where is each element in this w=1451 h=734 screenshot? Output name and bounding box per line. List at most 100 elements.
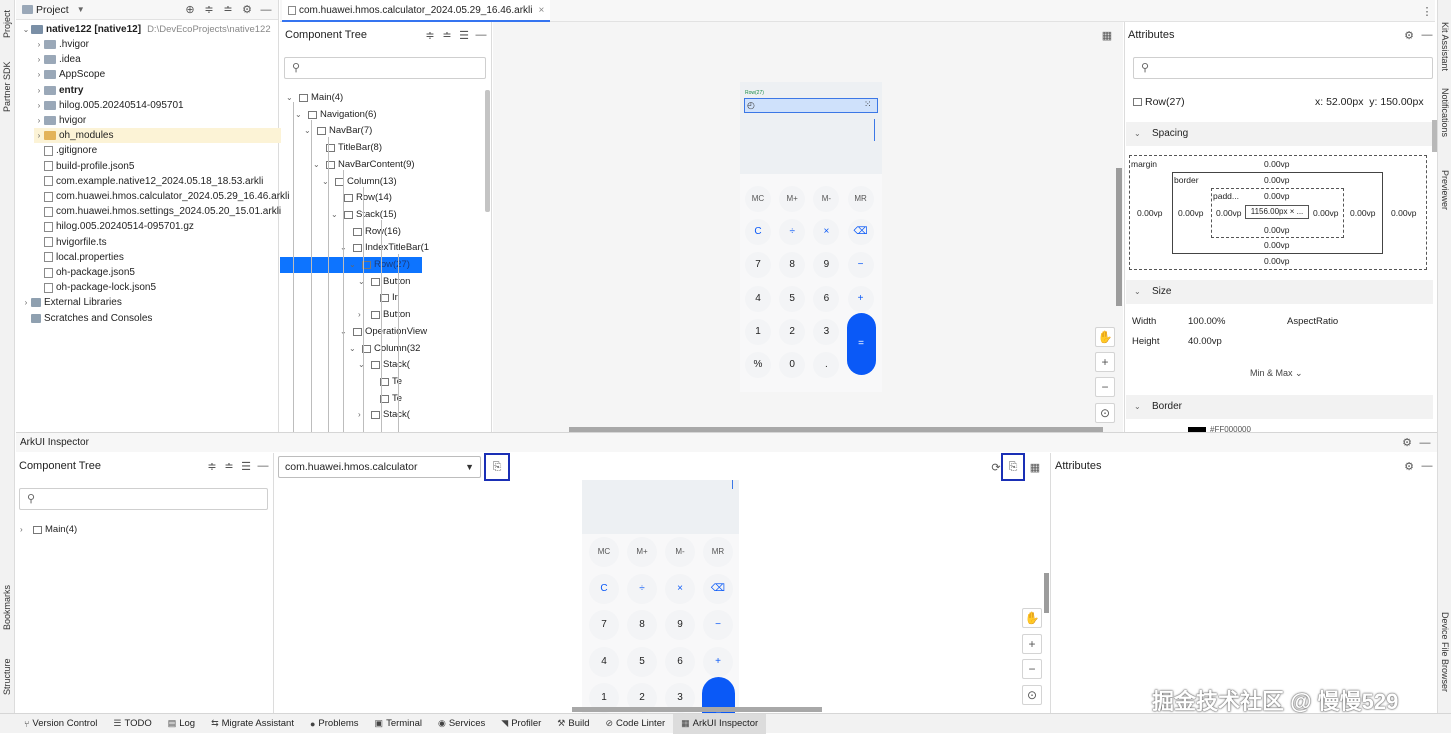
calc-key[interactable]: 5 (627, 646, 657, 677)
device-file-browser-tool-tab[interactable]: Device File Browser (1440, 612, 1450, 692)
chevron-right-icon[interactable]: › (34, 52, 44, 67)
calc-key[interactable]: 8 (779, 252, 806, 279)
chevron-down-icon[interactable]: ⌄ (331, 207, 341, 223)
tree-node[interactable]: ⌄ OperationView (340, 324, 427, 340)
calc-key[interactable]: 1 (745, 318, 771, 345)
project-item[interactable]: build-profile.json5 (34, 159, 134, 174)
chevron-down-icon[interactable]: ⌄ (304, 123, 314, 139)
calc-key[interactable]: ÷ (627, 573, 657, 604)
spacing-value[interactable]: 0.00vp (1137, 208, 1163, 218)
more-options-icon[interactable]: ⋮ (1419, 3, 1435, 19)
tree-node[interactable]: ⌄ Navigation(6) (295, 107, 377, 123)
calc-key[interactable]: × (813, 219, 840, 246)
spacing-value[interactable]: 0.00vp (1264, 175, 1290, 185)
bottom-tool-problems[interactable]: ● Problems (302, 714, 367, 734)
project-item[interactable]: com.huawei.hmos.calculator_2024.05.29_16… (34, 189, 289, 204)
inspector-v-scrollbar[interactable] (1044, 573, 1049, 613)
tree-node[interactable]: Row(16) (340, 224, 401, 240)
chevron-down-icon[interactable]: ⌄ (295, 107, 305, 123)
calc-key[interactable]: M+ (779, 186, 806, 212)
bottom-tool-log[interactable]: ▤ Log (160, 714, 203, 734)
project-tool-tab[interactable]: Project (2, 10, 12, 38)
row27-highlight[interactable] (744, 98, 878, 113)
calc-key[interactable]: 0 (779, 352, 806, 378)
project-item[interactable]: hilog.005.20240514-095701.gz (34, 219, 194, 234)
bottom-tool-branch[interactable]: ⑂ Version Control (16, 714, 105, 734)
calc-key[interactable]: 7 (589, 610, 619, 640)
project-item[interactable]: hvigorfile.ts (34, 235, 107, 250)
tree-node[interactable]: ⌄ Column(13) (322, 174, 397, 190)
tree-node-main[interactable]: › Main(4) (20, 522, 77, 538)
notifications-tool-tab[interactable]: Notifications (1440, 88, 1450, 137)
project-root[interactable]: ⌄ native122 [native12] D:\DevEcoProjects\n… (21, 22, 271, 37)
width-value[interactable]: 100.00% (1188, 316, 1226, 327)
previewer-tool-tab[interactable]: Previewer (1440, 170, 1450, 210)
tree-node[interactable]: ⌄ Button (358, 274, 410, 290)
process-select[interactable]: com.huawei.hmos.calculator ▼ (278, 456, 481, 478)
calc-key[interactable]: 2 (779, 318, 806, 345)
export-icon[interactable]: ⎘ (489, 459, 505, 475)
spacing-value[interactable]: 0.00vp (1178, 208, 1204, 218)
calc-key[interactable]: MC (745, 186, 771, 212)
calc-key[interactable]: − (847, 252, 874, 279)
chevron-down-icon[interactable]: ⌄ (349, 341, 359, 357)
calc-key[interactable]: 5 (779, 285, 806, 312)
calc-key[interactable]: MC (589, 537, 619, 567)
bottom-tool-inspector[interactable]: ▦ ArkUI Inspector (673, 713, 767, 734)
calc-key[interactable]: 9 (813, 252, 840, 279)
chevron-right-icon[interactable]: › (21, 295, 31, 310)
calc-key[interactable]: M- (813, 186, 840, 212)
spacing-value[interactable]: 0.00vp (1264, 159, 1290, 169)
project-item[interactable]: Scratches and Consoles (21, 311, 152, 326)
spacing-value[interactable]: 0.00vp (1264, 191, 1290, 201)
close-icon[interactable]: × (538, 5, 544, 16)
bottom-tool-profiler[interactable]: ◥ Profiler (493, 714, 549, 734)
bottom-tool-terminal[interactable]: ▣ Terminal (367, 714, 430, 734)
project-item[interactable]: › External Libraries (21, 295, 122, 310)
calc-key[interactable]: 4 (589, 646, 619, 677)
export-icon[interactable]: ⎘ (1005, 459, 1021, 475)
calc-key[interactable]: MR (847, 186, 874, 212)
equals-key[interactable]: = (846, 312, 876, 375)
hand-tool-icon[interactable]: ✋ (1022, 608, 1042, 628)
project-item[interactable]: com.example.native12_2024.05.18_18.53.ar… (34, 174, 263, 189)
spacing-value[interactable]: 0.00vp (1350, 208, 1376, 218)
calc-key[interactable]: . (813, 352, 840, 378)
spacing-value[interactable]: 0.00vp (1313, 208, 1339, 218)
calc-key[interactable]: ÷ (779, 219, 806, 246)
kit-assistant-tool-tab[interactable]: Kit Assistant (1440, 22, 1450, 71)
minimize-icon[interactable]: — (1417, 435, 1433, 451)
calc-key[interactable]: C (745, 219, 771, 246)
fit-view-icon[interactable]: ⊙ (1095, 403, 1115, 423)
spacing-value[interactable]: 0.00vp (1264, 240, 1290, 250)
tree-node[interactable]: Row(14) (331, 190, 392, 206)
calc-key[interactable]: 6 (813, 285, 840, 312)
editor-tab[interactable]: com.huawei.hmos.calculator_2024.05.29_16… (282, 0, 551, 22)
calc-key[interactable]: 9 (665, 610, 695, 640)
spacing-value[interactable]: 0.00vp (1391, 208, 1417, 218)
tree-node[interactable]: ⌄IndexTitleBar(1 (340, 240, 429, 256)
tree-node[interactable]: ⌄ NavBar(7) (304, 123, 372, 139)
tree-node[interactable]: ⌄ Main(4) (286, 90, 343, 106)
project-item[interactable]: › entry (34, 83, 84, 98)
tree-scrollbar[interactable] (485, 90, 490, 212)
calc-key[interactable]: ⌫ (847, 219, 874, 246)
calc-key[interactable]: − (703, 610, 733, 640)
chevron-down-icon[interactable]: ⌄ (322, 174, 332, 190)
spacing-value[interactable]: 0.00vp (1216, 208, 1242, 218)
calc-key[interactable]: 8 (627, 610, 657, 640)
fit-view-icon[interactable]: ⊙ (1022, 685, 1042, 705)
tree-node[interactable]: Ir (367, 290, 398, 306)
size-section[interactable]: ⌄ Size (1126, 280, 1433, 304)
structure-tool-tab[interactable]: Structure (2, 658, 12, 695)
bottom-tool-list[interactable]: ☰ TODO (105, 714, 159, 734)
calc-key[interactable]: + (703, 646, 733, 677)
spacing-value[interactable]: 0.00vp (1264, 256, 1290, 266)
minimize-icon[interactable]: — (255, 458, 271, 474)
partner-sdk-tool-tab[interactable]: Partner SDK (2, 61, 12, 112)
gear-icon[interactable]: ⚙ (1399, 435, 1415, 451)
gear-icon[interactable]: ⚙ (1401, 458, 1417, 474)
tree-node[interactable]: Te (367, 391, 402, 407)
collapse-all-icon[interactable]: ≐ (439, 27, 455, 43)
calc-key[interactable]: % (745, 352, 771, 378)
